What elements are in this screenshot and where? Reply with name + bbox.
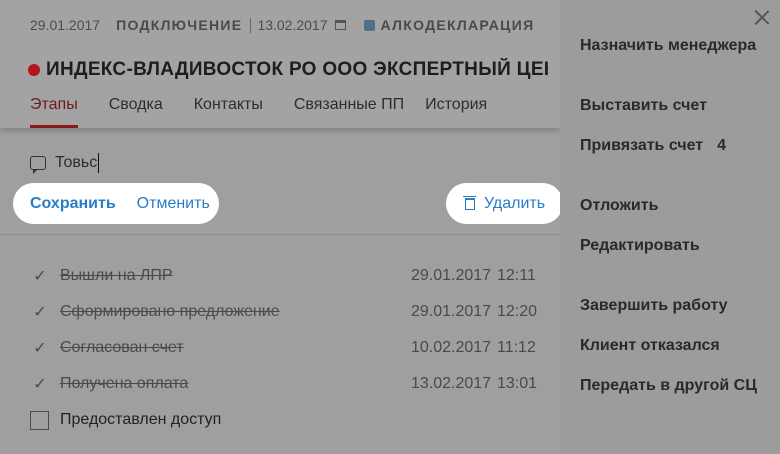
stage-label: Предоставлен доступ — [60, 411, 222, 428]
text-cursor — [98, 153, 100, 173]
product-icon — [363, 19, 375, 31]
client-refused-button[interactable]: Клиент отказался — [580, 337, 720, 355]
stage-label: Получена оплата — [60, 375, 189, 392]
stage-date: 10.02.2017 — [411, 339, 492, 356]
assign-manager-button[interactable]: Назначить менеджера — [580, 37, 756, 55]
edit-actions: Сохранить Отменить — [13, 183, 219, 224]
cancel-button[interactable]: Отменить — [137, 195, 210, 213]
comment-icon — [30, 156, 46, 174]
page-title-row: ИНДЕКС-ВЛАДИВОСТОК РО ООО ЭКСПЕРТНЫЙ ЦЕН… — [28, 58, 548, 82]
stage-item[interactable]: ✓ Получена оплата 13.02.2017 13:01 — [30, 373, 540, 395]
tab-contacts[interactable]: Контакты — [194, 96, 263, 128]
tab-bar: Этапы Сводка Контакты Связанные ПП Истор… — [30, 96, 518, 128]
tab-stages[interactable]: Этапы — [30, 96, 78, 128]
comment-input[interactable]: Товьс — [55, 154, 97, 172]
created-date: 29.01.2017 — [30, 17, 101, 33]
link-invoice-label: Привязать счет — [580, 137, 704, 154]
save-button[interactable]: Сохранить — [30, 195, 116, 213]
stage-date: 13.02.2017 — [411, 375, 492, 392]
stage-date: 29.01.2017 — [411, 303, 492, 320]
stage-time: 12:11 — [497, 267, 536, 284]
delete-label: Удалить — [484, 194, 546, 212]
delete-button[interactable]: Удалить — [446, 183, 563, 224]
stage-time: 11:12 — [497, 339, 536, 356]
stage-item[interactable]: ✓ Сформировано предложение 29.01.2017 12… — [30, 301, 540, 323]
edit-button[interactable]: Редактировать — [580, 237, 700, 255]
deal-card: 29.01.2017 ПОДКЛЮЧЕНИЕ 13.02.2017 АЛКОДЕ… — [0, 0, 563, 454]
check-icon: ✓ — [33, 340, 47, 357]
tab-history[interactable]: История — [425, 96, 487, 128]
stage-item[interactable]: ✓ Вышли на ЛПР 29.01.2017 12:11 — [30, 265, 540, 287]
meta-divider — [250, 17, 252, 33]
stage-checkbox[interactable] — [30, 410, 49, 430]
divider — [0, 234, 560, 235]
stage-item[interactable]: ✓ Согласован счет 10.02.2017 11:12 — [30, 337, 540, 359]
close-icon[interactable] — [754, 9, 770, 25]
finish-work-button[interactable]: Завершить работу — [580, 297, 728, 315]
stage-label: Согласован счет — [60, 339, 184, 356]
stage-time: 13:01 — [497, 375, 538, 392]
stage-label: Сформировано предложение — [60, 303, 280, 320]
postpone-button[interactable]: Отложить — [580, 197, 658, 215]
link-invoice-button[interactable]: Привязать счет 4 — [580, 137, 726, 155]
status-label: ПОДКЛЮЧЕНИЕ — [116, 17, 243, 33]
tab-related[interactable]: Связанные ПП — [294, 96, 404, 128]
transfer-button[interactable]: Передать в другой СЦ — [580, 377, 757, 395]
product-label: АЛКОДЕКЛАРАЦИЯ — [380, 17, 535, 33]
card-header: 29.01.2017 ПОДКЛЮЧЕНИЕ 13.02.2017 АЛКОДЕ… — [0, 0, 560, 128]
stage-item[interactable]: Предоставлен доступ — [30, 409, 540, 431]
invoice-count-badge: 4 — [717, 137, 727, 154]
issue-invoice-button[interactable]: Выставить счет — [580, 97, 707, 115]
status-date: 13.02.2017 — [257, 17, 328, 33]
status-dot-icon — [28, 64, 40, 76]
stage-label: Вышли на ЛПР — [60, 267, 173, 284]
tab-summary[interactable]: Сводка — [109, 96, 163, 128]
meta-row: 29.01.2017 ПОДКЛЮЧЕНИЕ 13.02.2017 АЛКОДЕ… — [30, 16, 534, 34]
check-icon: ✓ — [33, 268, 47, 285]
calendar-icon[interactable] — [334, 20, 346, 30]
stage-date: 29.01.2017 — [411, 267, 492, 284]
comment-editor[interactable]: Товьс — [30, 152, 100, 174]
check-icon: ✓ — [33, 304, 47, 321]
check-icon: ✓ — [33, 376, 47, 393]
page-title: ИНДЕКС-ВЛАДИВОСТОК РО ООО ЭКСПЕРТНЫЙ ЦЕН… — [46, 59, 548, 80]
trash-icon — [463, 195, 476, 210]
stage-time: 12:20 — [497, 303, 538, 320]
